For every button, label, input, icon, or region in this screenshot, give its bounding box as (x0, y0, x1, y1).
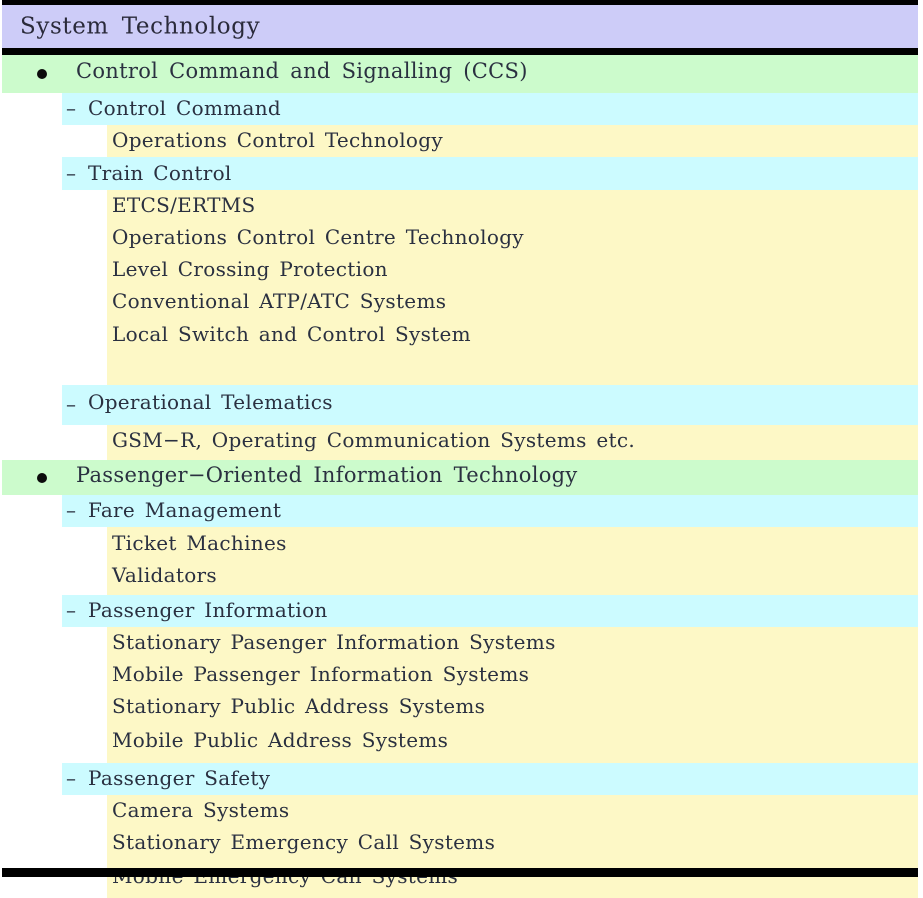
taxonomy-row-label: Stationary Emergency Call Systems (112, 830, 496, 855)
taxonomy-row-label: Validators (112, 563, 217, 587)
taxonomy-row-level3[interactable]: Stationary Emergency Call Systems (0, 827, 923, 859)
dash-icon: – (66, 766, 76, 791)
taxonomy-row-label: Operations Control Technology (112, 128, 443, 153)
bullet-icon (37, 69, 47, 79)
taxonomy-row-label: Ticket Machines (112, 530, 287, 555)
taxonomy-row-level2[interactable]: – Operational Telematics (0, 385, 923, 425)
taxonomy-row-level3[interactable]: Validators (0, 560, 923, 595)
taxonomy-row-level3[interactable]: Conventional ATP/ATC Systems (0, 286, 923, 318)
taxonomy-row-label: Mobile Public Address Systems (112, 728, 449, 752)
taxonomy-row-label: Level Crossing Protection (112, 257, 388, 282)
taxonomy-row-label: Stationary Pasenger Information Systems (112, 630, 556, 655)
taxonomy-row-level2[interactable]: – Passenger Information (0, 595, 923, 627)
taxonomy-row-level2[interactable]: – Fare Management (0, 495, 923, 527)
taxonomy-row-level1[interactable]: Passenger−Oriented Information Technolog… (0, 460, 923, 495)
taxonomy-row-level3[interactable]: Level Crossing Protection (0, 254, 923, 286)
taxonomy-row-level3[interactable]: Mobile Passenger Information Systems (0, 659, 923, 691)
taxonomy-row-level3[interactable]: Local Switch and Control System (0, 318, 923, 355)
taxonomy-row-label: Mobile Passenger Information Systems (112, 662, 530, 687)
taxonomy-row-level3[interactable]: GSM−R, Operating Communication Systems e… (0, 425, 923, 460)
taxonomy-row-level3[interactable]: Ticket Machines (0, 527, 923, 560)
header-band: System Technology (2, 5, 918, 48)
bullet-icon (37, 472, 47, 483)
taxonomy-row-level3[interactable] (0, 355, 923, 385)
row-color-band (107, 560, 918, 595)
dash-icon: – (66, 96, 76, 121)
taxonomy-row-level3[interactable]: Operations Control Centre Technology (0, 222, 923, 254)
dash-icon: – (66, 392, 76, 417)
row-color-band (107, 355, 918, 385)
taxonomy-row-level1[interactable]: Control Command and Signalling (CCS) (0, 55, 923, 93)
taxonomy-row-label: Camera Systems (112, 798, 290, 823)
taxonomy-row-level3[interactable]: Stationary Pasenger Information Systems (0, 627, 923, 659)
taxonomy-row-level2[interactable]: – Train Control (0, 157, 923, 190)
taxonomy-row-level3[interactable]: Stationary Public Address Systems (0, 691, 923, 723)
dash-icon: – (66, 498, 76, 523)
taxonomy-row-label: Control Command and Signalling (CCS) (76, 59, 528, 83)
taxonomy-row-label: Train Control (88, 160, 232, 185)
taxonomy-row-label: Conventional ATP/ATC Systems (112, 289, 447, 314)
taxonomy-row-label: ETCS/ERTMS (112, 193, 256, 218)
taxonomy-row-level3[interactable]: ETCS/ERTMS (0, 190, 923, 222)
taxonomy-row-list: Control Command and Signalling (CCS) – Con… (0, 55, 923, 898)
dash-icon: – (66, 160, 76, 185)
header-separator-rule (2, 48, 918, 55)
taxonomy-row-label: Passenger Safety (88, 766, 271, 791)
taxonomy-row-label: Passenger−Oriented Information Technolog… (76, 463, 578, 487)
taxonomy-row-label: Operations Control Centre Technology (112, 225, 524, 250)
taxonomy-row-level3[interactable]: Mobile Public Address Systems (0, 723, 923, 763)
bottom-rule (2, 868, 918, 877)
system-technology-taxonomy-document: System Technology Control Command and Si… (0, 0, 923, 898)
taxonomy-row-label: Passenger Information (88, 598, 328, 623)
taxonomy-row-label: Control Command (88, 96, 281, 121)
page-title: System Technology (20, 12, 261, 39)
taxonomy-row-label: Stationary Public Address Systems (112, 694, 486, 719)
taxonomy-row-label: Operational Telematics (88, 390, 333, 414)
taxonomy-row-label: GSM−R, Operating Communication Systems e… (112, 428, 636, 452)
taxonomy-row-label: Local Switch and Control System (112, 322, 471, 346)
dash-icon: – (66, 598, 76, 623)
taxonomy-row-label: Fare Management (88, 498, 282, 523)
taxonomy-row-level3[interactable]: Mobile Emergency Call Systems (0, 859, 923, 898)
taxonomy-row-level3[interactable]: Camera Systems (0, 795, 923, 827)
taxonomy-row-level3[interactable]: Operations Control Technology (0, 125, 923, 157)
taxonomy-row-level2[interactable]: – Passenger Safety (0, 763, 923, 795)
taxonomy-row-level2[interactable]: – Control Command (0, 93, 923, 125)
